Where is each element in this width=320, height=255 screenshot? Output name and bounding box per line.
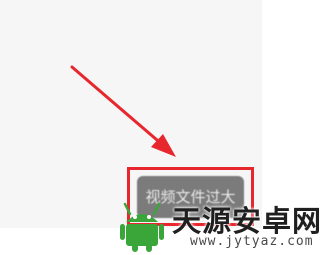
android-robot-icon [120,202,164,252]
site-watermark: 天源安卓网 www.jytyaz.com [110,196,320,255]
watermark-url: www.jytyaz.com [190,234,314,249]
